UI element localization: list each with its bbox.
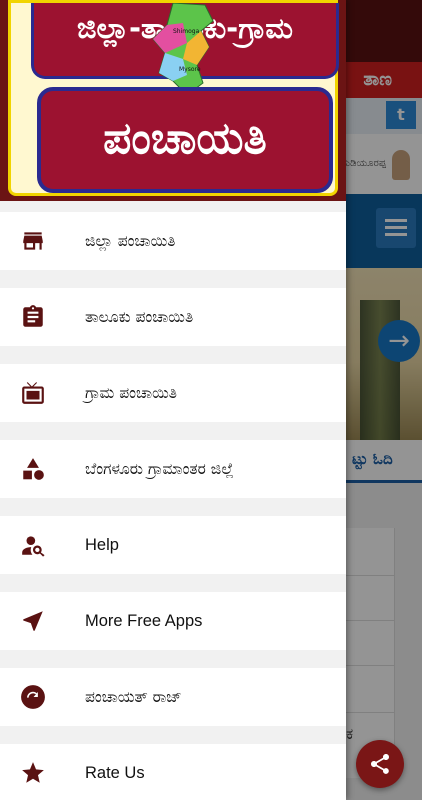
menu-item-label: Rate Us	[85, 763, 145, 782]
header-banner: ಜಿಲ್ಲಾ-ತಾಲೂಕು-ಗ್ರಾಮ Shimoga Mysore ಪಂಚಾಯ…	[8, 0, 339, 196]
star-icon	[22, 762, 44, 783]
store-icon	[23, 232, 43, 250]
map-label-mysore: Mysore	[179, 66, 201, 73]
menu-item-label: ಜಿಲ್ಲಾ ಪಂಚಾಯಿತಿ	[85, 231, 176, 250]
menu-item-panchayat-raj[interactable]: ಪಂಚಾಯತ್ ರಾಜ್	[0, 668, 346, 726]
menu-item-label: ಪಂಚಾಯತ್ ರಾಜ್	[85, 687, 182, 706]
navigation-drawer: ಜಿಲ್ಲಾ-ತಾಲೂಕು-ಗ್ರಾಮ Shimoga Mysore ಪಂಚಾಯ…	[0, 0, 346, 800]
shapes-icon	[23, 458, 44, 480]
map-label-shimoga: Shimoga	[173, 28, 200, 35]
frame-icon	[22, 382, 44, 404]
menu-item-label: More Free Apps	[85, 611, 203, 630]
header-subtitle-box: ಪಂಚಾಯತಿ	[37, 87, 333, 193]
menu-item-rate-us[interactable]: Rate Us	[0, 744, 346, 800]
menu-item-bangalore-rural[interactable]: ಬೆಂಗಳೂರು ಗ್ರಾಮಾಂತರ ಜಿಲ್ಲೆ	[0, 440, 346, 498]
drawer-header: ಜಿಲ್ಲಾ-ತಾಲೂಕು-ಗ್ರಾಮ Shimoga Mysore ಪಂಚಾಯ…	[0, 0, 346, 201]
navigation-arrow-icon	[23, 611, 43, 631]
menu-item-label: ತಾಲೂಕು ಪಂಚಾಯಿತಿ	[85, 307, 194, 326]
menu-item-zilla-panchayat[interactable]: ಜಿಲ್ಲಾ ಪಂಚಾಯಿತಿ	[0, 212, 346, 270]
share-icon	[371, 754, 389, 774]
menu-item-taluk-panchayat[interactable]: ತಾಲೂಕು ಪಂಚಾಯಿತಿ	[0, 288, 346, 346]
menu-item-label: ಗ್ರಾಮ ಪಂಚಾಯಿತಿ	[85, 383, 177, 402]
clipboard-icon	[23, 305, 43, 327]
menu-item-label: ಬೆಂಗಳೂರು ಗ್ರಾಮಾಂತರ ಜಿಲ್ಲೆ	[85, 459, 234, 478]
menu-item-grama-panchayat[interactable]: ಗ್ರಾಮ ಪಂಚಾಯಿತಿ	[0, 364, 346, 422]
karnataka-map-icon: Shimoga Mysore	[152, 3, 214, 95]
person-search-icon	[22, 536, 45, 557]
menu-item-more-free-apps[interactable]: More Free Apps	[0, 592, 346, 650]
redo-circle-icon	[21, 685, 45, 709]
menu-item-help[interactable]: Help	[0, 516, 346, 574]
menu-item-label: Help	[85, 535, 119, 554]
header-subtitle: ಪಂಚಾಯತಿ	[103, 113, 267, 164]
share-fab[interactable]	[356, 740, 404, 788]
